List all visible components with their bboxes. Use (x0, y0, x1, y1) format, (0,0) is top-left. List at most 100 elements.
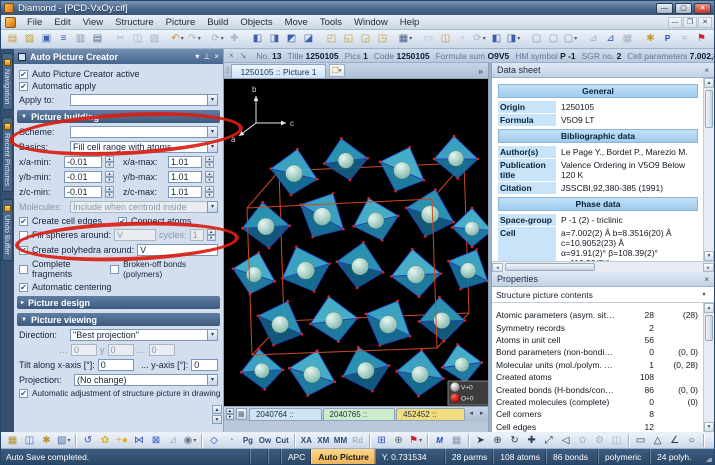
menu-edit[interactable]: Edit (48, 16, 76, 29)
tilt-x-field[interactable]: 0 (97, 359, 135, 371)
checkbox-automatic-apply[interactable]: ✔ Automatic apply (19, 81, 218, 91)
spin-icon[interactable]: ✩ (575, 433, 590, 448)
picture-tools-icon[interactable]: ✱ (39, 433, 54, 448)
tools-icon[interactable]: ✱ (643, 32, 658, 47)
datasheet-scrollbar[interactable]: ▲ ▼ (703, 78, 714, 261)
tab-picture-active[interactable]: 1250105 :: Picture 1 (231, 63, 326, 78)
xa-button[interactable]: XA (299, 433, 314, 448)
dock-tab-undo-buffer[interactable]: Undo Buffer (2, 199, 13, 262)
rotate-icon[interactable]: ↻ (507, 433, 522, 448)
section-picture-building[interactable]: ▼ Picture building (17, 110, 220, 123)
reset-view-icon[interactable]: ↺ (80, 433, 95, 448)
pan-icon[interactable]: ✚ (524, 433, 539, 448)
window-tile-icon[interactable]: ◱ (341, 32, 356, 47)
panel-close-icon[interactable]: × (214, 52, 219, 61)
apply-to-select[interactable]: ▾ (70, 94, 218, 106)
ruler-icon[interactable]: ▭ (633, 433, 648, 448)
scheme-select[interactable]: ▾ (70, 126, 218, 138)
picture-tab[interactable]: 2040764 :: Picture 1 (248, 407, 322, 431)
walk-icon[interactable]: ⚑ ▾ (408, 433, 423, 448)
spinner[interactable]: ▲ ▼ (105, 171, 114, 183)
copy-view-icon[interactable]: ◫ (22, 433, 37, 448)
add-atom-icon[interactable]: +● (114, 433, 129, 448)
table-row[interactable]: Created atoms 108 (496, 371, 700, 383)
new-picture-button[interactable]: ❐ ▾ (328, 64, 345, 77)
xa-max-field[interactable]: 1.01 (168, 156, 202, 168)
yb-min-field[interactable]: -0.01 (64, 171, 102, 183)
goto-icon[interactable]: ↘ (238, 51, 249, 60)
table-row[interactable]: Created molecules (complete) 0 (0) (496, 396, 700, 408)
polyhedra-around-field[interactable]: V (137, 244, 218, 256)
swap-icon[interactable]: ◧ (489, 32, 504, 47)
picture-tab[interactable]: 2040765 :: Picture 1 (322, 407, 396, 431)
maximize-button[interactable]: ▢ (675, 2, 692, 14)
tab-spinner[interactable]: ▲ ▼ (226, 408, 234, 420)
spinner[interactable]: ▲ ▼ (205, 186, 214, 198)
tab-scroll-right[interactable]: ▸ (478, 408, 487, 420)
checkbox-apc-active[interactable]: ✔ Auto Picture Creator active (19, 69, 218, 79)
cut-icon[interactable]: ✂ (113, 32, 128, 47)
polyhedra-icon[interactable]: ◇ (206, 433, 221, 448)
layout-right-icon[interactable]: ◨ (267, 32, 282, 47)
sphere-mode-icon[interactable]: ◉ ▾ (182, 433, 197, 448)
open-icon[interactable]: ▨ (22, 32, 37, 47)
yb-max-field[interactable]: 1.01 (168, 171, 202, 183)
mm-button[interactable]: MM (333, 433, 348, 448)
rd-button[interactable]: Rd (350, 433, 365, 448)
chevron-down-icon[interactable]: ▾ (207, 141, 218, 153)
chevron-down-icon[interactable]: ▾ (207, 329, 218, 341)
atoms-icon[interactable]: ✿ (97, 433, 112, 448)
add-icon[interactable]: ✚ (227, 32, 242, 47)
wave-icon[interactable]: ≈ (677, 32, 692, 47)
layout-left-icon[interactable]: ◧ (250, 32, 265, 47)
new-picture-icon[interactable]: ◫ (438, 32, 453, 47)
title-bar[interactable]: Diamond - [PCD-VxOy.cif] — ▢ ✕ (1, 1, 714, 15)
checkbox-complete-fragments[interactable]: Complete fragments (19, 259, 107, 279)
spinner[interactable]: ▲ ▼ (205, 171, 214, 183)
dock-tab-recent-pictures[interactable]: Recent Pictures (2, 117, 13, 193)
save-all-icon[interactable]: ≡ (56, 32, 71, 47)
checkbox-automatic-centering[interactable]: ✔ Automatic centering (19, 282, 218, 292)
settings-icon[interactable]: ⚙ (592, 433, 607, 448)
menu-picture[interactable]: Picture (160, 16, 202, 29)
resize-grip[interactable] (702, 449, 714, 464)
network-icon[interactable]: ⊠ (148, 433, 163, 448)
panel-scrollbar[interactable]: ▲ ▼ (212, 405, 222, 424)
cut-plane-button[interactable]: Cut (274, 433, 289, 448)
table-row[interactable]: Symmetry records 2 (496, 321, 700, 333)
panel-header[interactable]: Auto Picture Creator ▾ ⊥ × (14, 49, 223, 64)
panel-menu-icon[interactable]: ▾ (195, 52, 199, 61)
window-arrange-icon[interactable]: ◳ (375, 32, 390, 47)
paste-icon[interactable]: ▧ (147, 32, 162, 47)
data-table-icon[interactable]: ▦ (620, 32, 635, 47)
properties-header[interactable]: Properties × (492, 272, 714, 287)
print-preview-icon[interactable]: ▥ (73, 32, 88, 47)
checkbox-checked[interactable]: ✔ (19, 81, 28, 91)
section-picture-viewing[interactable]: ▼ Picture viewing (17, 313, 220, 326)
picture-icon[interactable]: ▦ (5, 433, 20, 448)
xa-min-field[interactable]: -0.01 (64, 156, 102, 168)
layout-full-icon[interactable]: ◪ (301, 32, 316, 47)
menu-tools[interactable]: Tools (314, 16, 348, 29)
checkbox-auto-adjust[interactable]: ✔ Automatic adjustment of structure pict… (19, 389, 223, 398)
fragment-icon[interactable]: ⊿ (165, 433, 180, 448)
checkbox-connect-atoms[interactable]: ✔ Connect atoms (118, 216, 192, 226)
chevron-down-icon[interactable]: ▾ (207, 126, 218, 138)
properties-close-icon[interactable]: × (704, 275, 709, 284)
radius-icon[interactable]: ○ (684, 433, 699, 448)
menu-help[interactable]: Help (394, 16, 426, 29)
table-row[interactable]: Cell corners 8 (496, 408, 700, 420)
checkbox-broken-bonds[interactable]: Broken-off bonds (polymers) (110, 259, 218, 279)
dock-tab-navigation[interactable]: Navigation (2, 53, 13, 111)
datasheet-hscrollbar[interactable]: ◂ ▸ (492, 261, 714, 272)
measure-icon[interactable]: M (432, 433, 447, 448)
menu-window[interactable]: Window (348, 16, 394, 29)
chart-icon[interactable]: ⊿ (586, 32, 601, 47)
new-file-icon[interactable]: ▤ (5, 32, 20, 47)
cell-icon[interactable]: ⊞ (374, 433, 389, 448)
basics-select[interactable]: Fill cell range with atoms ▾ (70, 141, 218, 153)
print-icon[interactable]: ▤ (90, 32, 105, 47)
flag-icon[interactable]: ⚑ (694, 32, 709, 47)
menu-file[interactable]: File (21, 16, 48, 29)
powder-pattern-icon[interactable]: ⊿ (603, 32, 618, 47)
